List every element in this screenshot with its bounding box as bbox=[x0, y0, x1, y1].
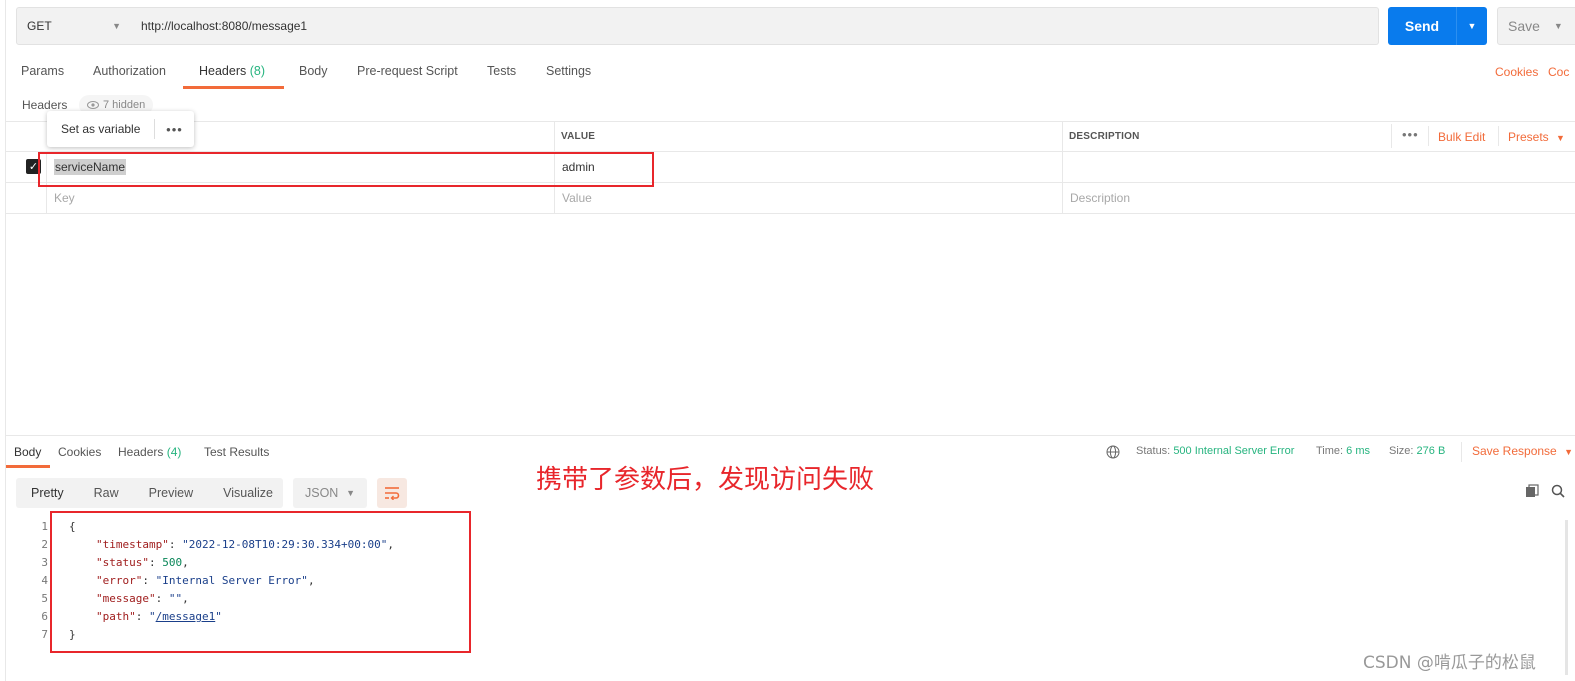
line-number: 4 bbox=[41, 574, 48, 587]
tab-headers-count: (8) bbox=[249, 64, 266, 78]
column-description: DESCRIPTION bbox=[1069, 131, 1140, 142]
time-label: Time: bbox=[1316, 445, 1344, 457]
format-pretty[interactable]: Pretty bbox=[16, 478, 79, 508]
line-number: 7 bbox=[41, 628, 48, 641]
headers-section-title: Headers bbox=[22, 98, 68, 112]
size-value[interactable]: 276 B bbox=[1417, 445, 1446, 457]
tab-prerequest-script[interactable]: Pre-request Script bbox=[357, 64, 458, 78]
save-label: Save bbox=[1508, 18, 1540, 34]
annotation-note: 携带了参数后，发现访问失败 bbox=[536, 465, 875, 495]
tool-divider bbox=[1428, 126, 1429, 146]
more-options-icon[interactable]: ••• bbox=[1402, 127, 1419, 142]
table-bottom-border bbox=[6, 213, 1575, 214]
line-number: 2 bbox=[41, 538, 48, 551]
response-tab-headers-label: Headers bbox=[118, 445, 164, 459]
code-link[interactable]: Coc bbox=[1548, 65, 1569, 79]
line-number: 5 bbox=[41, 592, 48, 605]
line-number: 3 bbox=[41, 556, 48, 569]
column-value: VALUE bbox=[561, 131, 596, 142]
response-divider bbox=[6, 435, 1575, 436]
tab-authorization[interactable]: Authorization bbox=[93, 64, 166, 78]
wrap-lines-button[interactable] bbox=[377, 478, 407, 508]
status-value[interactable]: 500 Internal Server Error bbox=[1173, 445, 1294, 457]
status-readout: Status: 500 Internal Server Error bbox=[1136, 445, 1294, 457]
language-select[interactable]: JSON ▼ bbox=[293, 478, 367, 508]
bulk-edit-link[interactable]: Bulk Edit bbox=[1438, 130, 1485, 144]
size-label: Size: bbox=[1389, 445, 1414, 457]
response-tab-cookies[interactable]: Cookies bbox=[58, 445, 101, 459]
check-icon: ✓ bbox=[28, 161, 39, 173]
globe-icon[interactable] bbox=[1106, 445, 1120, 459]
left-edge bbox=[5, 0, 6, 681]
status-label: Status: bbox=[1136, 445, 1171, 457]
set-as-variable-popup[interactable]: Set as variable ••• bbox=[47, 111, 194, 147]
tab-params[interactable]: Params bbox=[21, 64, 64, 78]
hidden-count: 7 hidden bbox=[103, 99, 146, 111]
response-tab-test-results[interactable]: Test Results bbox=[204, 445, 269, 459]
table-top-border bbox=[6, 121, 1575, 122]
format-visualize[interactable]: Visualize bbox=[208, 478, 288, 508]
save-response-label: Save Response bbox=[1472, 444, 1557, 458]
popup-more-icon[interactable]: ••• bbox=[155, 122, 194, 137]
set-as-variable-label[interactable]: Set as variable bbox=[47, 122, 154, 136]
tab-headers-label: Headers bbox=[199, 64, 247, 78]
method-label: GET bbox=[27, 19, 52, 33]
format-raw[interactable]: Raw bbox=[79, 478, 134, 508]
url-input[interactable]: http://localhost:8080/message1 bbox=[131, 7, 1379, 45]
tab-headers[interactable]: Headers (8) bbox=[199, 64, 265, 78]
new-description-input[interactable]: Description bbox=[1070, 191, 1130, 205]
wrap-lines-icon bbox=[385, 487, 400, 500]
language-label: JSON bbox=[305, 486, 339, 500]
response-tab-body[interactable]: Body bbox=[14, 445, 41, 459]
status-divider bbox=[1461, 442, 1462, 462]
save-button[interactable]: Save ▼ bbox=[1497, 7, 1575, 45]
time-readout: Time: 6 ms bbox=[1316, 445, 1370, 457]
new-value-input[interactable]: Value bbox=[562, 191, 592, 205]
tool-divider bbox=[1498, 126, 1499, 146]
chevron-down-icon: ▼ bbox=[346, 488, 355, 498]
method-select[interactable]: GET ▼ bbox=[16, 7, 132, 45]
annotation-box-response bbox=[50, 511, 471, 653]
copy-icon[interactable] bbox=[1525, 484, 1539, 498]
format-preview[interactable]: Preview bbox=[134, 478, 208, 508]
chevron-down-icon: ▼ bbox=[1556, 133, 1565, 143]
new-key-input[interactable]: Key bbox=[54, 191, 75, 205]
annotation-box-header bbox=[38, 152, 654, 187]
line-number: 6 bbox=[41, 610, 48, 623]
url-text: http://localhost:8080/message1 bbox=[141, 19, 308, 33]
response-active-tab-indicator bbox=[6, 465, 50, 468]
cookies-link[interactable]: Cookies bbox=[1495, 65, 1538, 79]
chevron-down-icon: ▼ bbox=[1553, 21, 1563, 31]
chevron-down-icon: ▼ bbox=[1564, 447, 1573, 457]
presets-label: Presets bbox=[1508, 130, 1549, 144]
tab-tests[interactable]: Tests bbox=[487, 64, 516, 78]
save-response-dropdown[interactable]: Save Response ▼ bbox=[1472, 444, 1573, 458]
tab-body[interactable]: Body bbox=[299, 64, 328, 78]
active-tab-indicator bbox=[183, 86, 284, 89]
eye-icon bbox=[87, 101, 99, 109]
tab-settings[interactable]: Settings bbox=[546, 64, 591, 78]
line-number: 1 bbox=[41, 520, 48, 533]
size-readout: Size: 276 B bbox=[1389, 445, 1445, 457]
search-icon[interactable] bbox=[1551, 484, 1565, 498]
send-label: Send bbox=[1404, 18, 1440, 34]
col-divider bbox=[1062, 121, 1063, 213]
response-tab-headers-count: (4) bbox=[166, 445, 182, 459]
col-divider bbox=[1391, 124, 1392, 148]
vertical-scrollbar[interactable] bbox=[1565, 520, 1568, 675]
send-options-chevron-icon[interactable]: ▼ bbox=[1457, 21, 1487, 31]
time-value[interactable]: 6 ms bbox=[1346, 445, 1370, 457]
send-button[interactable]: Send ▼ bbox=[1388, 7, 1487, 45]
response-tab-headers[interactable]: Headers (4) bbox=[118, 445, 181, 459]
presets-dropdown[interactable]: Presets ▼ bbox=[1508, 130, 1565, 144]
chevron-down-icon: ▼ bbox=[112, 21, 121, 31]
format-toggle-group: Pretty Raw Preview Visualize bbox=[16, 478, 283, 508]
watermark: CSDN @啃瓜子的松鼠 bbox=[1363, 653, 1536, 673]
